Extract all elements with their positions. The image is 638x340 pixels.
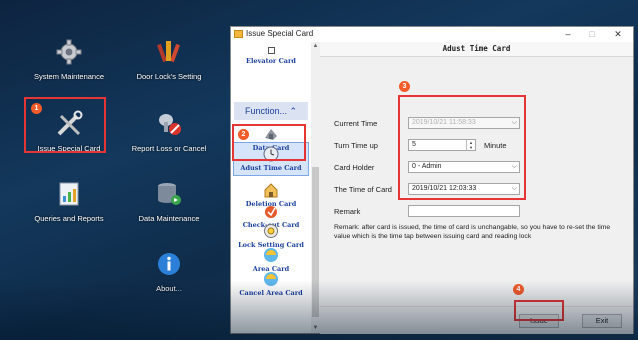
desktop-icon-system-maintenance[interactable]: System Maintenance	[19, 38, 119, 81]
desktop-icon-door-lock-setting[interactable]: Door Lock's Setting	[119, 38, 219, 81]
exit-button[interactable]: Exit	[582, 314, 622, 328]
time-of-card-label: The Time of Card	[334, 185, 392, 194]
step-badge-1: 1	[31, 103, 42, 114]
sidebar-item-label: Cancel Area Card	[239, 289, 303, 297]
highlight-box-step-3	[398, 95, 526, 200]
close-button[interactable]: ✕	[608, 27, 628, 42]
remark-note: Remark: after card is issued, the time o…	[334, 224, 611, 240]
desktop-icon-label: Data Maintenance	[138, 214, 200, 223]
function-header-label: Function...	[244, 106, 287, 116]
database-icon	[154, 180, 184, 208]
sidebar-item-elevator-card[interactable]: Elevator Card	[231, 47, 311, 65]
minimize-button[interactable]: –	[558, 27, 578, 42]
desktop-icon-data-maintenance[interactable]: Data Maintenance	[119, 180, 219, 223]
app-icon	[234, 30, 243, 38]
chevron-up-icon: ⌃	[289, 106, 298, 116]
highlight-box-step-4	[514, 300, 564, 321]
turn-time-up-label: Turn Time up	[334, 141, 378, 150]
card-holder-label: Card Holder	[334, 163, 375, 172]
deletion-card-icon	[263, 182, 279, 198]
remark-label: Remark	[334, 207, 361, 216]
desktop-icon-queries-reports[interactable]: Queries and Reports	[19, 180, 119, 223]
sidebar-item-lock-setting-card[interactable]: Lock Setting Card	[231, 223, 311, 249]
cancel-area-card-icon	[263, 271, 279, 287]
step-badge-3: 3	[399, 81, 410, 92]
step-badge-2: 2	[238, 129, 249, 140]
sidebar-item-label: Elevator Card	[246, 57, 296, 65]
title-bar: Issue Special Card – □ ✕	[231, 27, 633, 42]
desktop-icon-report-loss[interactable]: Report Loss or Cancel	[119, 110, 219, 153]
step-badge-4: 4	[513, 284, 524, 295]
desktop-icon-label: Queries and Reports	[34, 214, 104, 223]
window-title: Issue Special Card	[246, 29, 314, 38]
card-icon	[267, 47, 275, 54]
desktop-icon-label: System Maintenance	[33, 72, 105, 81]
scroll-up-icon[interactable]: ▲	[311, 42, 320, 51]
desktop-icon-label: Door Lock's Setting	[136, 72, 202, 81]
desktop-icon-label: Report Loss or Cancel	[131, 144, 207, 153]
desktop-icon-about[interactable]: About...	[119, 250, 219, 293]
sidebar-item-cancel-area-card[interactable]: Cancel Area Card	[231, 271, 311, 297]
scrollbar-thumb[interactable]	[312, 167, 319, 317]
reports-icon	[54, 180, 84, 208]
function-header[interactable]: Function... ⌃	[234, 102, 308, 120]
button-bar: Issue Exit	[320, 306, 633, 334]
current-time-label: Current Time	[334, 119, 378, 128]
sidebar-item-label: Adust Time Card	[240, 164, 302, 172]
desktop-icon-label: About...	[156, 284, 182, 293]
scroll-down-icon[interactable]: ▼	[311, 324, 320, 333]
sidebar-scrollbar[interactable]: ▲ ▼	[311, 42, 320, 333]
issue-button[interactable]: Issue	[519, 314, 559, 328]
remark-input[interactable]	[408, 205, 520, 217]
maximize-button[interactable]: □	[582, 27, 602, 42]
wrench-icon	[154, 38, 184, 66]
lock-setting-icon	[263, 223, 279, 239]
gear-icon	[54, 38, 84, 66]
desktop: System Maintenance Door Lock's Setting I…	[0, 0, 638, 340]
report-loss-icon	[154, 110, 184, 138]
info-icon	[154, 250, 184, 278]
panel-title: Adust Time Card	[320, 42, 633, 57]
sidebar-item-area-card[interactable]: Area Card	[231, 247, 311, 273]
area-card-icon	[263, 247, 279, 263]
checkout-card-icon	[263, 203, 279, 219]
function-sidebar: Elevator Card Function... ⌃ Data Card Ad…	[231, 42, 311, 333]
